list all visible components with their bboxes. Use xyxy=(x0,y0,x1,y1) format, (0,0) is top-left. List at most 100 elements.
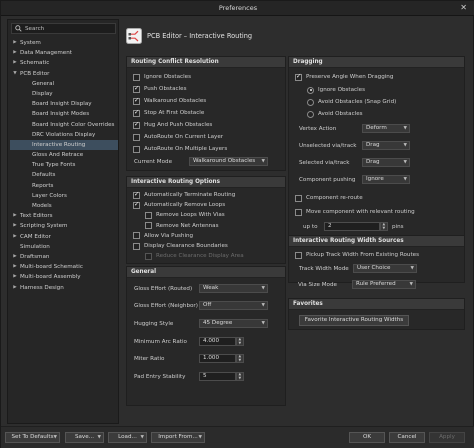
min-arc-ratio-label: Minimum Arc Ratio xyxy=(134,339,187,345)
import-from-button[interactable]: Import From... ▼ xyxy=(151,432,205,443)
tree-item[interactable]: Defaults xyxy=(10,170,118,180)
conflict-option-check[interactable] xyxy=(133,108,140,117)
tree-item[interactable]: ▶ Multi-board Schematic xyxy=(10,262,118,272)
settings-content: PCB Editor – Interactive Routing Routing… xyxy=(122,19,469,424)
pickup-width-check[interactable] xyxy=(295,251,302,259)
conflict-option-check[interactable] xyxy=(133,133,140,141)
cancel-button[interactable]: Cancel xyxy=(389,432,425,443)
load-button[interactable]: Load... ▼ xyxy=(108,432,147,443)
set-to-defaults-button[interactable]: Set To Defaults ▼ xyxy=(5,432,60,443)
routing-option-label: Automatically Remove Loops xyxy=(144,202,226,209)
component-pushing-dropdown[interactable]: Ignore ▼ xyxy=(362,175,410,184)
chevron-right-icon[interactable]: ▶ xyxy=(12,283,18,293)
tree-item[interactable]: ▶ Multi-board Assembly xyxy=(10,272,118,282)
tree-item[interactable]: ▶ System xyxy=(10,38,118,48)
tree-item[interactable]: ▶ CAM Editor xyxy=(10,232,118,242)
favorite-widths-button[interactable]: Favorite Interactive Routing Widths xyxy=(299,315,409,326)
tree-item[interactable]: Simulation xyxy=(10,242,118,252)
tree-item[interactable]: Board Insight Display xyxy=(10,99,118,109)
via-size-mode-dropdown[interactable]: Rule Preferred ▼ xyxy=(352,280,416,289)
close-icon[interactable]: ✕ xyxy=(460,3,467,12)
miter-ratio-input[interactable]: 1.000 xyxy=(199,354,236,363)
gloss-routed-dropdown[interactable]: Weak ▼ xyxy=(199,284,268,293)
load-label: Load... xyxy=(118,434,137,440)
tree-item[interactable]: Board Insight Modes xyxy=(10,109,118,119)
drag-obstacle-radio-button[interactable] xyxy=(307,86,314,94)
tree-item[interactable]: General xyxy=(10,79,118,89)
chevron-right-icon[interactable]: ▶ xyxy=(12,272,18,282)
tree-item-label: Gloss And Retrace xyxy=(32,152,84,159)
unselected-via-value: Drag xyxy=(366,142,380,148)
chevron-right-icon[interactable]: ▶ xyxy=(12,252,18,262)
conflict-option-check[interactable] xyxy=(133,84,140,93)
up-to-input[interactable]: 2 xyxy=(324,222,380,231)
routing-option-check[interactable] xyxy=(145,211,152,219)
tree-item[interactable]: ▶ Schematic xyxy=(10,58,118,68)
chevron-right-icon[interactable]: ▶ xyxy=(12,38,18,48)
tree-item[interactable]: Display xyxy=(10,89,118,99)
tree-item-label: Reports xyxy=(32,182,54,189)
tree-item[interactable]: Gloss And Retrace xyxy=(10,150,118,160)
tree-item[interactable]: True Type Fonts xyxy=(10,160,118,170)
tree-item[interactable]: Models xyxy=(10,201,118,211)
tree-item[interactable]: ▶ Scripting System xyxy=(10,221,118,231)
tree-item[interactable]: Interactive Routing xyxy=(10,139,118,151)
chevron-right-icon[interactable]: ▶ xyxy=(12,48,18,58)
tree-item[interactable]: Board Insight Color Overrides xyxy=(10,120,118,130)
track-width-mode-dropdown[interactable]: User Choice ▼ xyxy=(353,264,417,273)
hugging-style-dropdown[interactable]: 45 Degree ▼ xyxy=(199,319,268,328)
unselected-via-dropdown[interactable]: Drag ▼ xyxy=(362,141,410,150)
via-size-mode-label: Via Size Mode xyxy=(298,282,337,288)
conflict-option-check[interactable] xyxy=(133,145,140,153)
via-size-mode-value: Rule Preferred xyxy=(356,281,396,287)
routing-option-label: Remove Net Antennas xyxy=(156,222,219,229)
chevron-down-icon: ▼ xyxy=(198,435,202,440)
routing-option-check[interactable] xyxy=(145,252,152,260)
preserve-angle-check[interactable] xyxy=(295,72,302,81)
min-arc-ratio-spinner[interactable]: ▲ ▼ xyxy=(236,337,244,346)
tree-item[interactable]: Layer Colors xyxy=(10,191,118,201)
component-reroute-check[interactable] xyxy=(295,194,302,202)
tree-item-label: True Type Fonts xyxy=(32,162,76,169)
conflict-option-check[interactable] xyxy=(133,73,140,81)
tree-item[interactable]: ▶ Text Editors xyxy=(10,211,118,221)
search-input[interactable]: Search xyxy=(11,23,116,34)
routing-option-label: Allow Via Pushing xyxy=(144,232,194,239)
tree-item[interactable]: DRC Violations Display xyxy=(10,130,118,140)
chevron-right-icon[interactable]: ▶ xyxy=(12,221,18,231)
selected-via-dropdown[interactable]: Drag ▼ xyxy=(362,158,410,167)
current-mode-dropdown[interactable]: Walkaround Obstacles ▼ xyxy=(189,157,268,166)
chevron-right-icon[interactable]: ▶ xyxy=(12,262,18,272)
pad-entry-spinner[interactable]: ▲ ▼ xyxy=(236,372,244,381)
tree-item[interactable]: Reports xyxy=(10,181,118,191)
move-component-check[interactable] xyxy=(295,208,302,216)
conflict-option-check[interactable] xyxy=(133,96,140,105)
tree-item[interactable]: ▶ Draftsman xyxy=(10,252,118,262)
ok-button[interactable]: OK xyxy=(349,432,385,443)
up-to-spinner[interactable]: ▲ ▼ xyxy=(380,222,388,231)
save-button[interactable]: Save... ▼ xyxy=(65,432,104,443)
chevron-right-icon[interactable]: ▶ xyxy=(12,211,18,221)
tree-item-label: Board Insight Modes xyxy=(32,111,90,118)
conflict-option-check[interactable] xyxy=(133,120,140,129)
tree-item[interactable]: ▶ Harness Design xyxy=(10,283,118,293)
min-arc-ratio-input[interactable]: 4.000 xyxy=(199,337,236,346)
routing-option-check[interactable] xyxy=(133,232,140,240)
vertex-action-dropdown[interactable]: Deform ▼ xyxy=(362,124,410,133)
chevron-down-icon[interactable]: ▼ xyxy=(12,69,18,79)
gloss-neighbor-dropdown[interactable]: Off ▼ xyxy=(199,301,268,310)
chevron-down-icon: ▼ xyxy=(140,435,144,440)
chevron-right-icon[interactable]: ▶ xyxy=(12,58,18,68)
routing-option-check[interactable] xyxy=(133,200,140,209)
pad-entry-input[interactable]: 5 xyxy=(199,372,236,381)
tree-item[interactable]: ▼ PCB Editor xyxy=(10,69,118,79)
apply-button[interactable]: Apply xyxy=(429,432,465,443)
routing-option-check[interactable] xyxy=(145,222,152,230)
drag-obstacle-radio-button[interactable] xyxy=(307,110,314,118)
miter-ratio-spinner[interactable]: ▲ ▼ xyxy=(236,354,244,363)
tree-item[interactable]: ▶ Data Management xyxy=(10,48,118,58)
routing-option-check[interactable] xyxy=(133,190,140,199)
chevron-right-icon[interactable]: ▶ xyxy=(12,232,18,242)
routing-option-check[interactable] xyxy=(133,242,140,250)
drag-obstacle-radio-button[interactable] xyxy=(307,98,314,106)
